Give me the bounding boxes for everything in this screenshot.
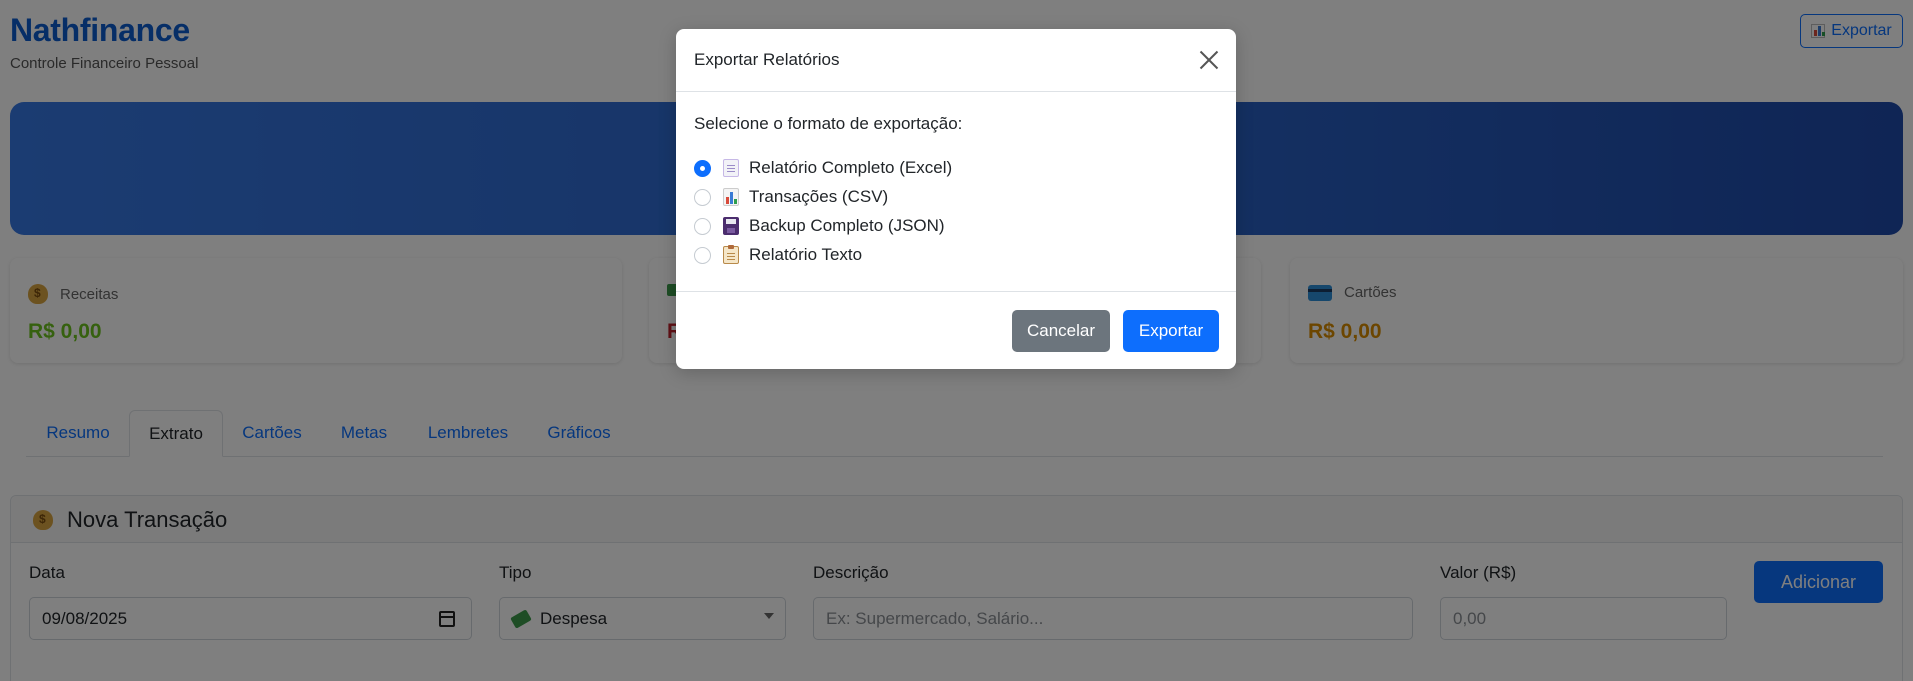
radio-button[interactable] (694, 217, 711, 235)
close-icon[interactable] (1196, 47, 1222, 73)
document-icon (723, 159, 739, 177)
radio-button[interactable] (694, 159, 711, 177)
export-button[interactable]: Exportar (1123, 310, 1219, 352)
export-option-excel[interactable]: Relatório Completo (Excel) (694, 156, 952, 180)
radio-button[interactable] (694, 246, 711, 264)
export-modal: Exportar Relatórios Selecione o formato … (676, 29, 1236, 369)
option-label: Relatório Completo (Excel) (749, 158, 953, 177)
option-label: Relatório Texto (749, 245, 863, 264)
export-option-csv[interactable]: Transações (CSV) (694, 185, 888, 209)
option-label: Backup Completo (JSON) (749, 216, 945, 235)
export-option-text[interactable]: Relatório Texto (694, 243, 862, 267)
modal-title: Exportar Relatórios (694, 50, 840, 69)
clipboard-icon (723, 245, 739, 264)
radio-button[interactable] (694, 188, 711, 206)
floppy-disk-icon (723, 217, 739, 235)
cancel-button[interactable]: Cancelar (1012, 310, 1110, 352)
bar-chart-icon (723, 188, 739, 206)
modal-prompt: Selecione o formato de exportação: (694, 114, 963, 133)
modal-header: Exportar Relatórios (676, 29, 1236, 92)
option-label: Transações (CSV) (749, 187, 889, 206)
export-option-json[interactable]: Backup Completo (JSON) (694, 214, 945, 238)
